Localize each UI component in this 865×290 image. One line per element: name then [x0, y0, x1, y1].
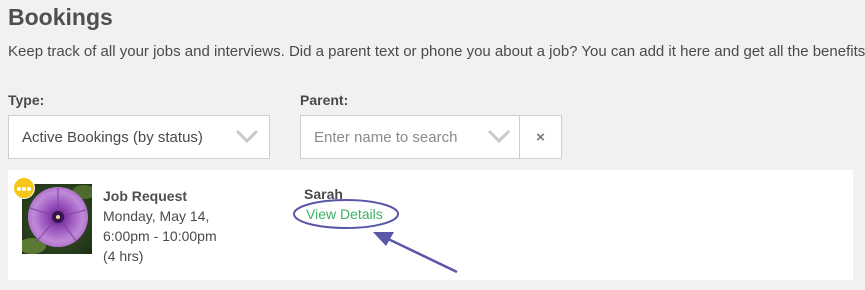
parent-filter-label: Parent:: [300, 92, 349, 108]
parent-search-placeholder: Enter name to search: [314, 129, 458, 146]
chevron-down-icon: [235, 129, 259, 144]
booking-duration: (4 hrs): [103, 248, 144, 264]
type-filter-label: Type:: [8, 92, 45, 108]
type-filter-select[interactable]: Active Bookings (by status): [8, 115, 270, 159]
booking-details: Job Request Monday, May 14, 6:00pm - 10:…: [103, 186, 217, 266]
more-options-icon[interactable]: [13, 177, 35, 199]
page-description: Keep track of all your jobs and intervie…: [8, 43, 865, 60]
page-title: Bookings: [8, 4, 113, 30]
parent-name: Sarah: [304, 186, 343, 202]
chevron-down-icon: [487, 129, 511, 144]
view-details-link[interactable]: View Details: [306, 206, 383, 222]
clear-icon: ×: [536, 128, 545, 146]
booking-date: Monday, May 14,: [103, 208, 210, 224]
parent-search-select[interactable]: Enter name to search: [300, 115, 521, 159]
booking-time: 6:00pm - 10:00pm: [103, 228, 217, 244]
type-filter-selected-value: Active Bookings (by status): [22, 129, 203, 146]
clear-parent-button[interactable]: ×: [519, 115, 562, 159]
booking-type: Job Request: [103, 188, 188, 204]
booking-card: Job Request Monday, May 14, 6:00pm - 10:…: [8, 170, 853, 280]
